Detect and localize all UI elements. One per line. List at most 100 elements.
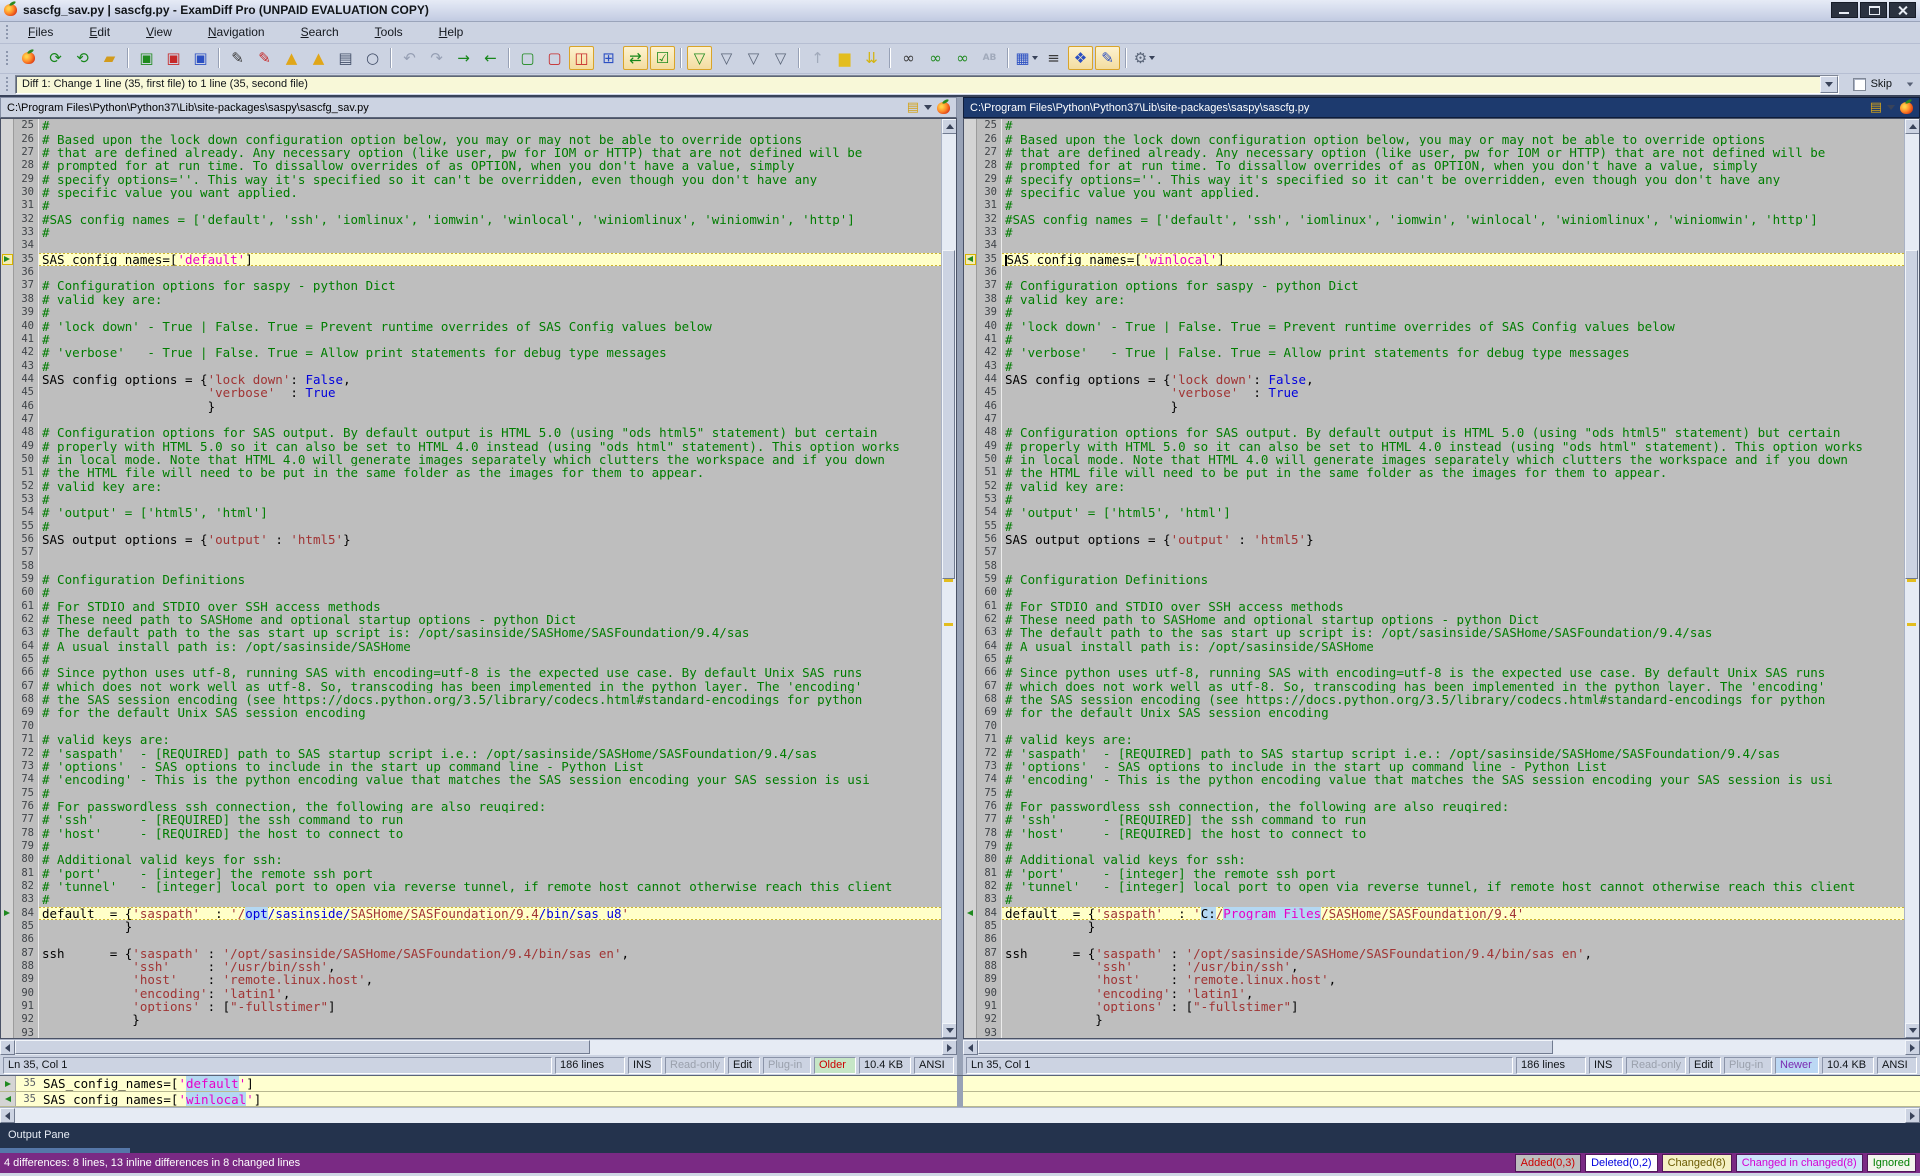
prev-difference-icon[interactable]: ← [478, 46, 503, 70]
undo-icon[interactable]: ↶ [397, 46, 422, 70]
scroll-thumb[interactable] [942, 250, 955, 579]
header-dropdown-caret-icon[interactable] [1887, 105, 1895, 110]
code-line[interactable]: 36 [964, 266, 1904, 279]
code-line[interactable]: 69# for the default Unix SAS session enc… [1, 706, 941, 719]
code-line[interactable]: 74# 'encoding' - This is the python enco… [964, 773, 1904, 786]
menu-help[interactable]: Help [426, 23, 477, 41]
code-line[interactable]: 44SAS_config_options = {'lock_down': Fal… [964, 373, 1904, 386]
grid-view-icon[interactable]: ⊞ [596, 46, 621, 70]
code-line[interactable]: 64# A usual install path is: /opt/sasins… [964, 640, 1904, 653]
code-line[interactable]: 29# specify options=''. This way it's sp… [1, 173, 941, 186]
code-line[interactable]: 44SAS_config_options = {'lock_down': Fal… [1, 373, 941, 386]
find-icon[interactable]: ∞ [896, 46, 921, 70]
code-line[interactable]: 34 [1, 239, 941, 252]
code-line[interactable]: 90 'encoding': 'latin1', [964, 987, 1904, 1000]
code-line[interactable]: 38# valid key are: [964, 293, 1904, 306]
code-line[interactable]: 89 'host' : 'remote.linux.host', [964, 973, 1904, 986]
menu-files[interactable]: Files [15, 23, 66, 41]
search-icon[interactable]: ○ [360, 46, 385, 70]
code-line[interactable]: 90 'encoding': 'latin1', [1, 987, 941, 1000]
code-line[interactable]: 56SAS_output_options = {'output' : 'html… [964, 533, 1904, 546]
maximize-button[interactable] [1860, 2, 1887, 18]
file-type-icon[interactable] [1900, 102, 1913, 114]
code-line[interactable]: 76# For passwordless ssh connection, the… [964, 800, 1904, 813]
first-pane-horizontal-scrollbar[interactable] [0, 1039, 957, 1055]
code-line[interactable]: 41# [964, 333, 1904, 346]
view-options-icon[interactable]: ▦ [1014, 46, 1039, 70]
prompt-second-icon[interactable]: ▲ [306, 46, 331, 70]
code-line[interactable]: 46 } [964, 400, 1904, 413]
code-line[interactable]: 82# 'tunnel' - [integer] local port to o… [1, 880, 941, 893]
open-files-icon[interactable]: ▰ [97, 46, 122, 70]
code-line[interactable]: 62# These need path to SASHome and optio… [964, 613, 1904, 626]
code-line[interactable]: 78# 'host' - [REQUIRED] the host to conn… [1, 827, 941, 840]
code-line[interactable]: 57 [1, 546, 941, 559]
code-line[interactable]: 48# Configuration options for SAS output… [1, 426, 941, 439]
code-line[interactable]: 39# [964, 306, 1904, 319]
print-file-icon[interactable]: ▤ [1870, 101, 1882, 114]
code-line[interactable]: 53# [964, 493, 1904, 506]
code-line[interactable]: 85 } [964, 920, 1904, 933]
second-pane-vertical-scrollbar[interactable] [1904, 119, 1919, 1038]
close-button[interactable] [1889, 2, 1916, 18]
editor-options-icon[interactable]: ✎ [1095, 46, 1120, 70]
code-line[interactable]: 54# 'output' = ['html5', 'html'] [1, 506, 941, 519]
code-line[interactable]: 31# [964, 199, 1904, 212]
code-line[interactable]: 28# prompted for at run time. To dissall… [964, 159, 1904, 172]
code-line[interactable]: 59# Configuration Definitions [964, 573, 1904, 586]
scroll-thumb[interactable] [15, 1040, 590, 1054]
code-line[interactable]: 50# in local mode. Note that HTML 4.0 wi… [1, 453, 941, 466]
first-pane-vertical-scrollbar[interactable] [941, 119, 956, 1038]
code-line[interactable]: 58 [1, 560, 941, 573]
code-line[interactable]: 25# [1, 119, 941, 132]
code-line[interactable]: 45 'verbose' : True [964, 386, 1904, 399]
code-line[interactable]: 51# the HTML file will need to be put in… [964, 466, 1904, 479]
menu-edit[interactable]: Edit [76, 23, 123, 41]
code-line[interactable]: 66# Since python uses utf-8, running SAS… [1, 666, 941, 679]
show-second-pane-icon[interactable]: ▢ [542, 46, 567, 70]
code-line[interactable]: 79# [1, 840, 941, 853]
code-line[interactable]: 55# [964, 520, 1904, 533]
show-ignored-icon[interactable]: ▽ [768, 46, 793, 70]
scroll-left-button[interactable] [0, 1108, 15, 1123]
code-line[interactable]: 31# [1, 199, 941, 212]
show-line-numbers-icon[interactable]: ≡ [1041, 46, 1066, 70]
code-line[interactable]: 93 [1, 1027, 941, 1039]
code-line[interactable]: 49# properly with HTML 5.0 so it can als… [1, 440, 941, 453]
code-line[interactable]: 37# Configuration options for saspy - py… [964, 279, 1904, 292]
code-line[interactable]: 62# These need path to SASHome and optio… [1, 613, 941, 626]
code-line[interactable]: 50# in local mode. Note that HTML 4.0 wi… [964, 453, 1904, 466]
code-line[interactable]: 32#SAS_config_names = ['default', 'ssh',… [1, 213, 941, 226]
code-line[interactable]: 47 [1, 413, 941, 426]
code-line[interactable]: 39# [1, 306, 941, 319]
plugins-icon[interactable]: ❖ [1068, 46, 1093, 70]
code-line[interactable]: 93 [964, 1027, 1904, 1039]
code-line[interactable]: 56SAS_output_options = {'output' : 'html… [1, 533, 941, 546]
code-line[interactable]: 25# [964, 119, 1904, 132]
diffbar-overflow-caret-icon[interactable] [1907, 82, 1913, 86]
code-line[interactable]: 77# 'ssh' - [REQUIRED] the ssh command t… [1, 813, 941, 826]
menu-navigation[interactable]: Navigation [195, 23, 278, 41]
code-line[interactable]: 32#SAS_config_names = ['default', 'ssh',… [964, 213, 1904, 226]
code-line[interactable]: 27# that are defined already. Any necess… [1, 146, 941, 159]
minimize-button[interactable] [1831, 2, 1858, 18]
code-line[interactable]: 75# [964, 787, 1904, 800]
code-line[interactable]: 60# [1, 586, 941, 599]
code-line[interactable]: 69# for the default Unix SAS session enc… [964, 706, 1904, 719]
code-line[interactable]: 27# that are defined already. Any necess… [964, 146, 1904, 159]
scroll-thumb[interactable] [978, 1040, 1553, 1054]
code-line[interactable]: 82# 'tunnel' - [integer] local port to o… [964, 880, 1904, 893]
code-line[interactable]: 37# Configuration options for saspy - py… [1, 279, 941, 292]
menu-view[interactable]: View [133, 23, 185, 41]
edit-first-file-icon[interactable]: ✎ [225, 46, 250, 70]
scroll-left-button[interactable] [963, 1040, 978, 1055]
code-line[interactable]: 63# The default path to the sas start up… [964, 626, 1904, 639]
combo-dropdown-button[interactable] [1820, 76, 1838, 93]
code-line[interactable]: 59# Configuration Definitions [1, 573, 941, 586]
code-line[interactable]: 65# [964, 653, 1904, 666]
recompare-icon[interactable]: ⟳ [43, 46, 68, 70]
find-prev-icon[interactable]: ∞ [950, 46, 975, 70]
code-line[interactable]: 30# specific value you want applied. [1, 186, 941, 199]
code-line[interactable]: 42# 'verbose' - True | False. True = All… [1, 346, 941, 359]
code-line[interactable]: 84default = {'saspath' : '/opt/sasinside… [1, 907, 941, 920]
